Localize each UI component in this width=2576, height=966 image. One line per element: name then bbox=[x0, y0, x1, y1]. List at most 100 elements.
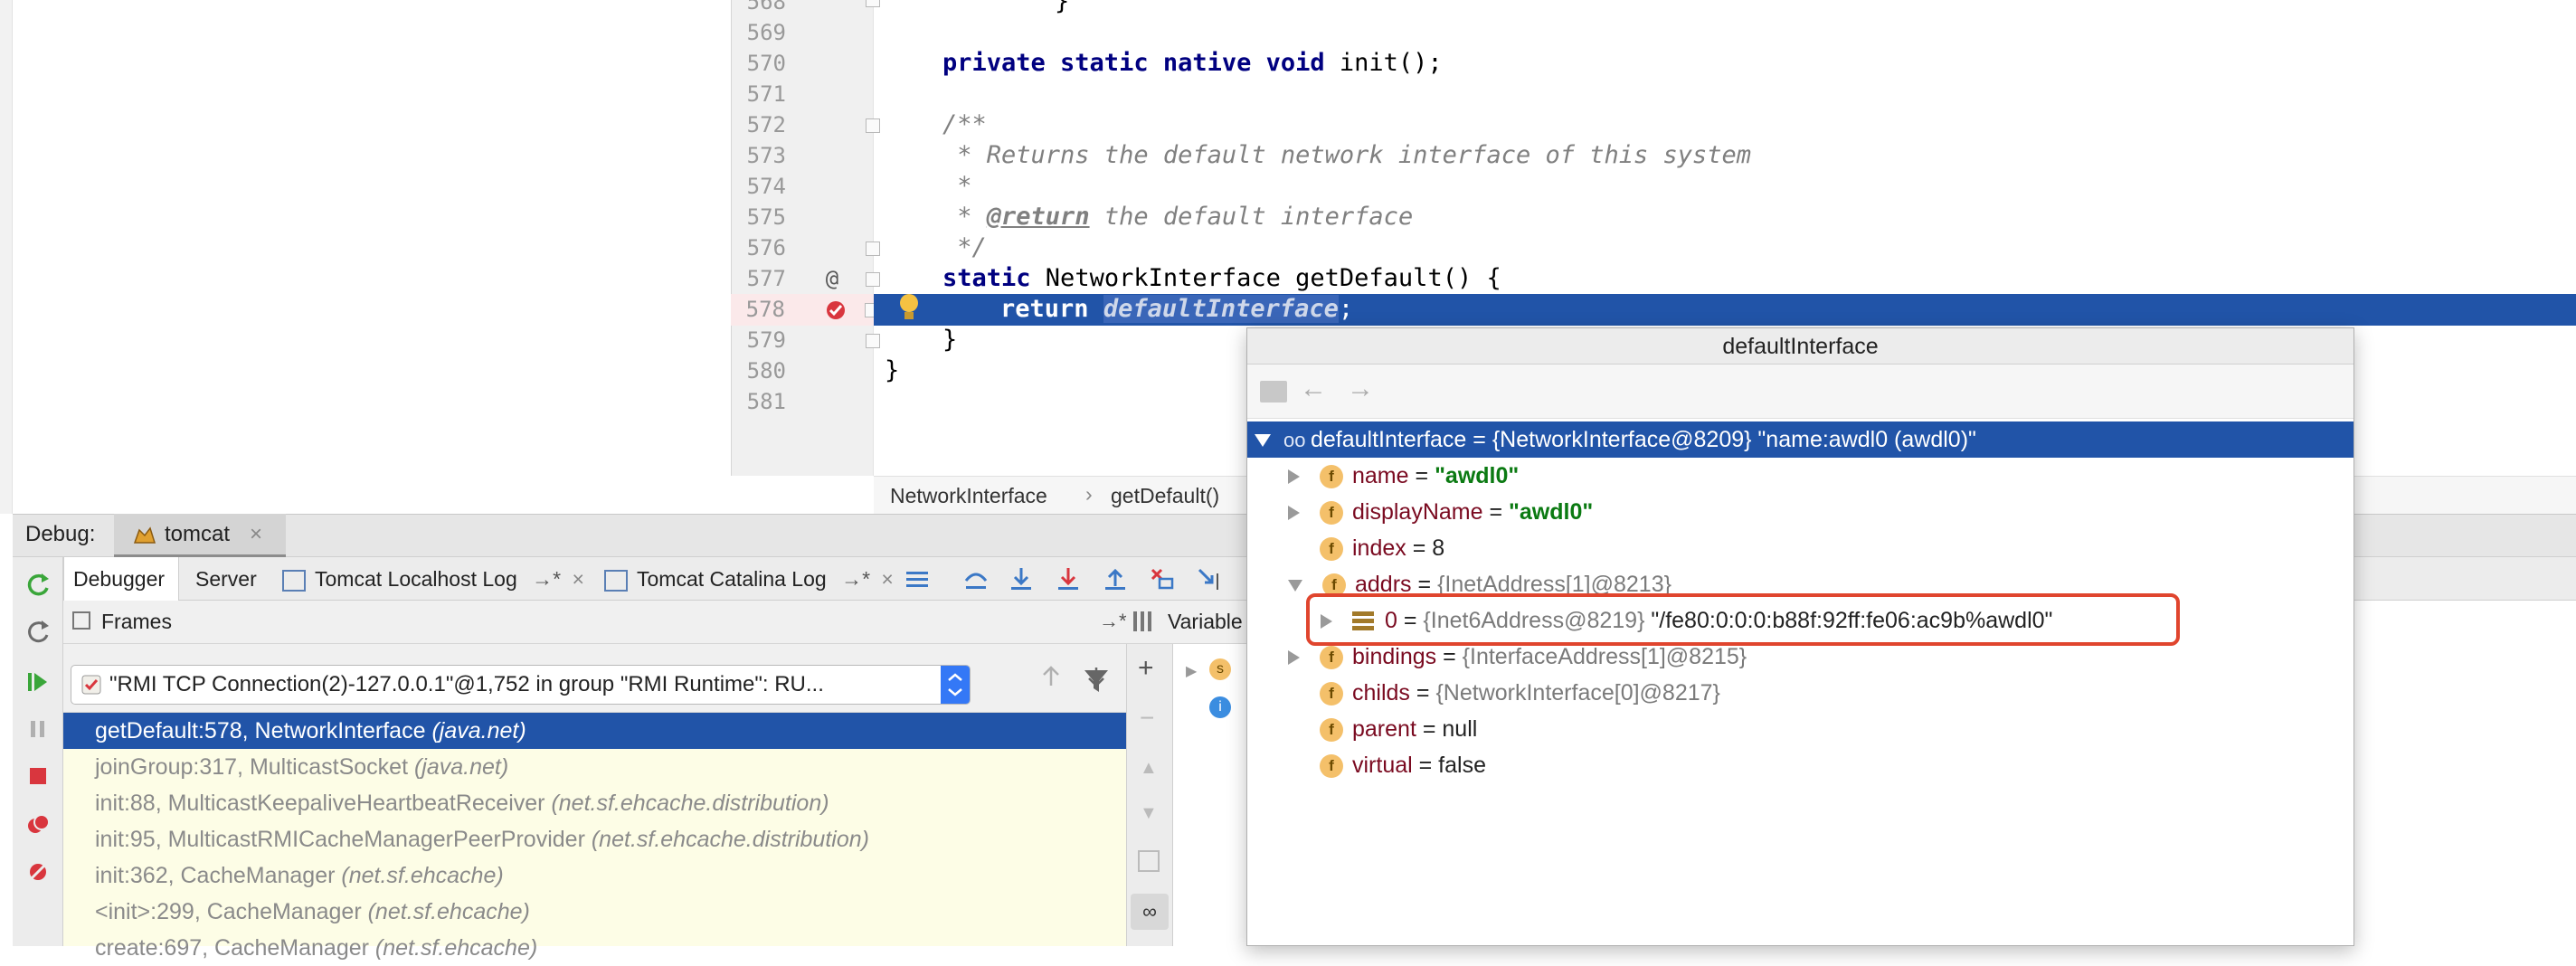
refresh-icon[interactable] bbox=[25, 619, 51, 644]
tab-server[interactable]: Server bbox=[186, 557, 266, 601]
mute-breakpoints-icon[interactable] bbox=[25, 859, 51, 885]
tab-tomcat-localhost-log[interactable]: Tomcat Localhost Log →* × bbox=[273, 557, 593, 601]
thread-suspended-icon bbox=[81, 675, 101, 695]
filter-icon[interactable] bbox=[1082, 667, 1111, 696]
line-number: 581 bbox=[746, 389, 786, 414]
move-up-icon[interactable]: ▲ bbox=[1140, 758, 1158, 779]
step-into-icon[interactable] bbox=[1008, 566, 1035, 592]
list-item[interactable]: <init>:299, CacheManager (net.sf.ehcache… bbox=[63, 894, 1126, 930]
move-down-icon[interactable]: ▼ bbox=[1140, 803, 1158, 824]
session-tab-label: tomcat bbox=[165, 522, 231, 546]
variables-tree[interactable]: ▶ s i bbox=[1173, 644, 1246, 946]
popup-title: defaultInterface bbox=[1247, 328, 2353, 365]
field-icon: f bbox=[1320, 501, 1343, 526]
chevron-down-icon[interactable] bbox=[941, 666, 970, 704]
list-item[interactable]: init:362, CacheManager (net.sf.ehcache) bbox=[63, 857, 1126, 894]
breadcrumb-item-method[interactable]: getDefault() bbox=[1111, 484, 1219, 508]
line-number: 569 bbox=[746, 20, 786, 45]
copy-icon[interactable] bbox=[1138, 850, 1160, 872]
implements-marker[interactable]: @ bbox=[819, 263, 846, 294]
breakpoint-icon[interactable] bbox=[825, 299, 847, 321]
frames-list[interactable]: getDefault:578, NetworkInterface (java.n… bbox=[63, 713, 1126, 961]
session-tab-tomcat[interactable]: tomcat × bbox=[114, 514, 286, 557]
variables-toolbar: + − ▲ ▼ ∞ bbox=[1126, 644, 1173, 946]
show-execution-point-icon[interactable] bbox=[904, 568, 930, 590]
close-icon[interactable]: × bbox=[572, 567, 583, 591]
line-number: 577 bbox=[746, 266, 786, 291]
field-icon: f bbox=[1320, 465, 1343, 489]
expand-triangle-icon[interactable]: ▶ bbox=[1186, 662, 1197, 680]
highlight-annotation-box bbox=[1306, 593, 2180, 646]
run-to-cursor-icon[interactable] bbox=[1196, 566, 1223, 592]
tree-row-parent[interactable]: f parent = null bbox=[1320, 711, 1477, 747]
step-over-icon[interactable] bbox=[962, 566, 990, 592]
forward-arrow-icon[interactable]: → bbox=[1347, 374, 1374, 404]
thread-select[interactable]: "RMI TCP Connection(2)-127.0.0.1"@1,752 … bbox=[71, 665, 971, 705]
tree-row-childs[interactable]: f childs = {NetworkInterface[0]@8217} bbox=[1320, 675, 1720, 711]
expand-triangle-icon[interactable] bbox=[1288, 506, 1300, 521]
frames-icon bbox=[72, 611, 90, 630]
view-breakpoints-icon[interactable] bbox=[25, 812, 51, 838]
arrow-up-icon[interactable] bbox=[1040, 664, 1062, 689]
expand-triangle-icon[interactable] bbox=[1288, 650, 1300, 666]
close-icon[interactable]: × bbox=[250, 522, 262, 547]
tree-row-displayname[interactable]: f displayName = "awdl0" bbox=[1288, 494, 1593, 530]
tab-debugger[interactable]: Debugger bbox=[63, 557, 179, 601]
pin-icon[interactable]: →* bbox=[1099, 610, 1127, 633]
expand-triangle-icon[interactable] bbox=[1288, 469, 1300, 485]
step-out-icon[interactable] bbox=[1102, 566, 1129, 592]
field-icon: f bbox=[1320, 718, 1343, 743]
glasses-icon[interactable]: ∞ bbox=[1131, 894, 1169, 930]
tree-row-virtual[interactable]: f virtual = false bbox=[1320, 747, 1486, 783]
code-line: */ bbox=[942, 233, 987, 261]
collapse-triangle-icon[interactable] bbox=[1255, 434, 1271, 448]
list-item[interactable]: init:95, MulticastRMICacheManagerPeerPro… bbox=[63, 821, 1126, 857]
log-icon bbox=[604, 569, 628, 592]
drop-frame-icon[interactable] bbox=[1149, 566, 1176, 592]
tomcat-icon bbox=[133, 526, 156, 544]
close-icon[interactable]: × bbox=[881, 567, 893, 591]
code-line: * bbox=[942, 172, 972, 200]
static-field-icon: s bbox=[1209, 658, 1231, 680]
line-number: 579 bbox=[746, 327, 786, 353]
tab-tomcat-catalina-log[interactable]: Tomcat Catalina Log →* × bbox=[595, 557, 903, 601]
tree-row-name[interactable]: f name = "awdl0" bbox=[1288, 458, 1519, 494]
breadcrumb-item-class[interactable]: NetworkInterface bbox=[890, 484, 1047, 508]
pause-icon[interactable] bbox=[25, 716, 51, 742]
list-item[interactable]: create:697, CacheManager (net.sf.ehcache… bbox=[63, 930, 1126, 966]
line-number: 574 bbox=[746, 174, 786, 199]
tree-row-index[interactable]: f index = 8 bbox=[1320, 530, 1444, 566]
code-line: } bbox=[937, 0, 1070, 15]
code-line: static NetworkInterface getDefault() { bbox=[942, 264, 1501, 292]
watch-glasses-icon: oo bbox=[1283, 429, 1306, 451]
editor-gutter[interactable]: 568 569 570 571 572 573 574 575 576 577 … bbox=[731, 0, 880, 476]
code-line: private static native void init(); bbox=[942, 49, 1443, 77]
thread-select-value: "RMI TCP Connection(2)-127.0.0.1"@1,752 … bbox=[109, 672, 824, 696]
code-line: /** bbox=[942, 110, 987, 138]
rerun-icon[interactable] bbox=[25, 572, 51, 597]
list-item[interactable]: init:88, MulticastKeepaliveHeartbeatRece… bbox=[63, 785, 1126, 821]
force-step-into-icon[interactable] bbox=[1055, 566, 1082, 592]
remove-watch-icon[interactable]: − bbox=[1140, 704, 1154, 733]
resume-icon[interactable] bbox=[25, 669, 51, 695]
popup-toolbar: ← → bbox=[1247, 365, 2353, 419]
list-item[interactable]: getDefault:578, NetworkInterface (java.n… bbox=[63, 713, 1126, 749]
code-line: * @return the default interface bbox=[942, 203, 1414, 231]
root-value: defaultInterface = {NetworkInterface@820… bbox=[1311, 427, 1976, 452]
back-arrow-icon[interactable]: ← bbox=[1300, 374, 1327, 404]
field-icon: f bbox=[1320, 682, 1343, 706]
info-icon: i bbox=[1209, 696, 1231, 718]
variables-header: Variable bbox=[1126, 601, 1246, 644]
line-number: 573 bbox=[746, 143, 786, 168]
field-icon: f bbox=[1320, 754, 1343, 779]
tree-root-row[interactable]: oo defaultInterface = {NetworkInterface@8… bbox=[1247, 421, 2353, 458]
folder-icon[interactable] bbox=[1260, 381, 1287, 402]
intention-bulb-icon[interactable] bbox=[895, 290, 923, 323]
collapse-triangle-icon[interactable] bbox=[1288, 579, 1302, 592]
current-line-gutter: 578 bbox=[731, 294, 879, 326]
frames-header: Frames →* bbox=[63, 601, 1127, 644]
list-item[interactable]: joinGroup:317, MulticastSocket (java.net… bbox=[63, 749, 1126, 785]
line-number: 570 bbox=[746, 51, 786, 76]
stop-icon[interactable] bbox=[25, 763, 51, 789]
add-watch-icon[interactable]: + bbox=[1138, 653, 1154, 684]
